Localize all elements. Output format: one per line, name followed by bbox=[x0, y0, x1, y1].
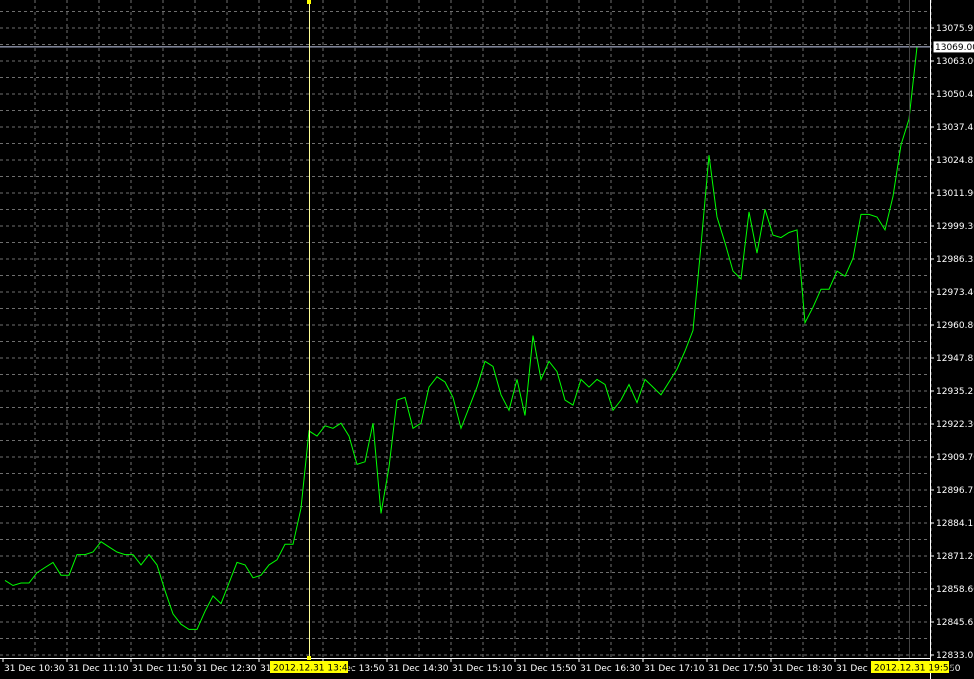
crosshair-time-label: 2012.12.31 13:40 bbox=[273, 664, 354, 674]
price-tick-label: 13024.85 bbox=[936, 156, 974, 166]
price-tick-label: 13075.95 bbox=[936, 24, 974, 34]
price-tick-label: 12871.20 bbox=[936, 552, 974, 562]
price-tick-label: 12960.80 bbox=[936, 321, 974, 331]
time-tick-label: 31 Dec 11:10 bbox=[68, 664, 129, 674]
time-tick-label: 31 Dec 10:30 bbox=[4, 664, 65, 674]
price-tick-label: 12986.35 bbox=[936, 255, 974, 265]
time-tick-label: 31 Dec 16:30 bbox=[580, 664, 641, 674]
price-chart[interactable]: 13075.95 13063.00 13050.45 13037.45 13024.85… bbox=[0, 0, 974, 679]
time-tick-label: 31 Dec 18:30 bbox=[772, 664, 833, 674]
price-tick-label: 12909.70 bbox=[936, 453, 974, 463]
price-tick-label: 13050.45 bbox=[936, 90, 974, 100]
time-tick-label: 31 Dec 15:50 bbox=[516, 664, 577, 674]
price-tick-label: 12884.15 bbox=[936, 519, 974, 529]
time-tick-label: 31 Dec 17:50 bbox=[708, 664, 769, 674]
time-tick-label: 31 Dec 12:30 bbox=[196, 664, 257, 674]
price-tick-label: 12973.40 bbox=[936, 288, 974, 298]
last-time-label: 2012.12.31 19:55 bbox=[874, 664, 954, 674]
crosshair-handle-bottom bbox=[307, 656, 311, 660]
price-tick-label: 13037.45 bbox=[936, 123, 974, 133]
price-tick-label: 12999.30 bbox=[936, 222, 974, 232]
price-tick-label: 12833.05 bbox=[936, 651, 974, 661]
price-tick-label: 13011.90 bbox=[936, 189, 974, 199]
crosshair-handle-top bbox=[307, 0, 311, 4]
price-tick-label: 12922.30 bbox=[936, 420, 974, 430]
price-tick-label: 12845.65 bbox=[936, 618, 974, 628]
price-tick-label: 12935.25 bbox=[936, 387, 974, 397]
price-tick-label: 12896.75 bbox=[936, 486, 974, 496]
time-tick-label: 31 Dec 17:10 bbox=[644, 664, 705, 674]
plot-background bbox=[0, 0, 974, 679]
time-tick-label: 31 Dec 14:30 bbox=[388, 664, 449, 674]
price-tick-label: 13063.00 bbox=[936, 57, 974, 67]
price-tick-label: 12858.60 bbox=[936, 585, 974, 595]
current-price-label: 13069.00 bbox=[935, 43, 974, 53]
time-tick-label: 31 Dec 11:50 bbox=[132, 664, 193, 674]
price-tick-label: 12947.85 bbox=[936, 354, 974, 364]
time-tick-label: 31 Dec 15:10 bbox=[452, 664, 513, 674]
